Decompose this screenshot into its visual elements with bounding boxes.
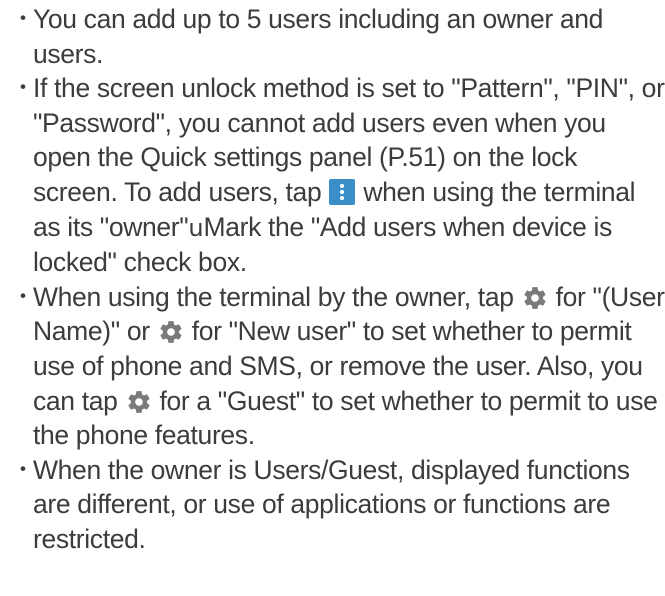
- bullet-marker: ・: [12, 6, 34, 31]
- item-text: When using the terminal by the owner, ta…: [33, 281, 521, 312]
- gear-icon: [524, 286, 546, 309]
- item-text: You can add up to 5 users including an o…: [33, 4, 604, 69]
- bullet-marker: ・: [12, 75, 34, 101]
- gear-icon: [160, 321, 182, 344]
- list-item-owner-settings: ・ When using the terminal by the owner, …: [0, 280, 665, 453]
- step-arrow: u: [188, 213, 204, 242]
- item-text: When the owner is Users/Guest, displayed…: [33, 454, 630, 554]
- gear-icon: [127, 390, 150, 413]
- instruction-text-block: ・ You can add up to 5 users including an…: [0, 0, 665, 596]
- list-item-lock-screen: ・ If the screen unlock method is set to …: [0, 71, 665, 280]
- bullet-marker: ・: [12, 456, 34, 482]
- list-item-restrictions: ・ When the owner is Users/Guest, display…: [0, 453, 665, 557]
- bullet-list: ・ You can add up to 5 users including an…: [0, 2, 665, 557]
- overflow-menu-icon: [329, 178, 356, 205]
- list-item-user-limit: ・ You can add up to 5 users including an…: [0, 2, 665, 71]
- bullet-marker: ・: [12, 283, 34, 309]
